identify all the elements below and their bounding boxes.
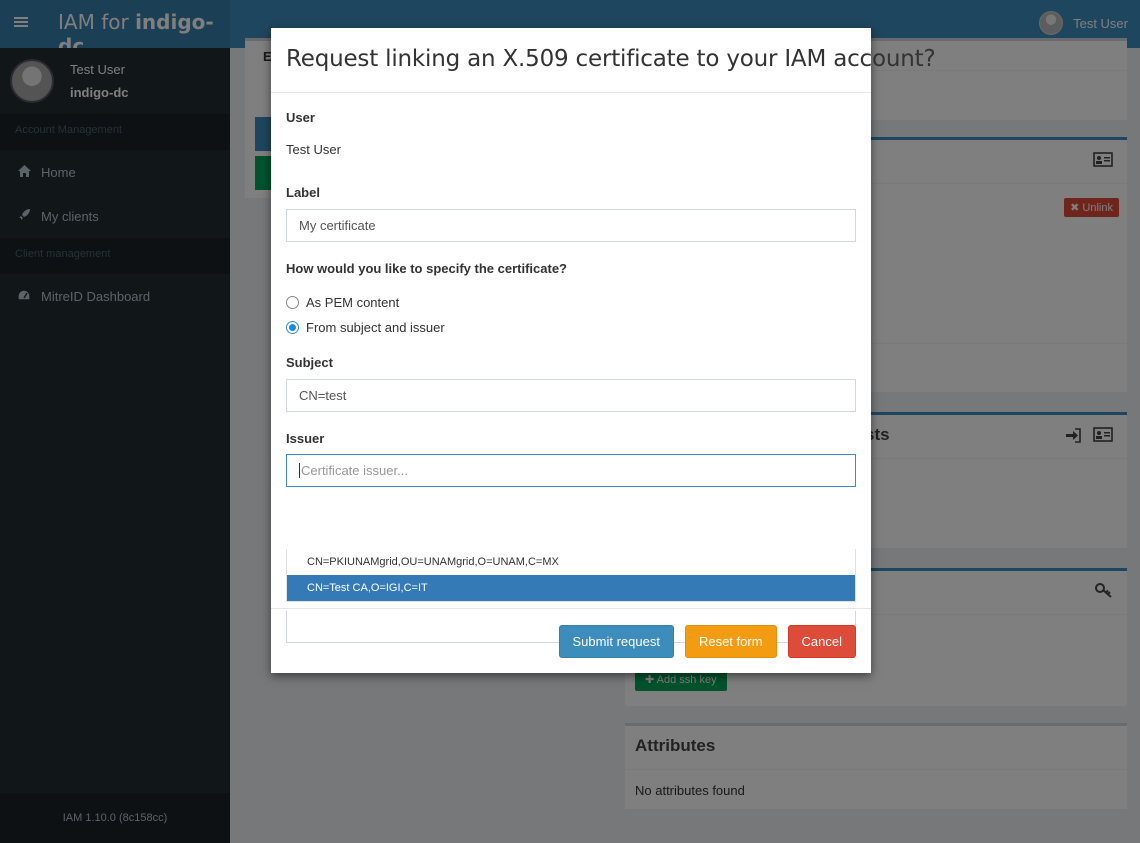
radio-label: From subject and issuer [306,320,445,335]
text-caret [299,463,300,478]
cancel-button[interactable]: Cancel [787,624,856,658]
user-label: User [286,110,315,125]
issuer-label: Issuer [286,431,325,446]
link-certificate-modal: Request linking an X.509 certificate to … [271,28,936,673]
issuer-placeholder: Certificate issuer... [301,463,408,478]
modal-title: Request linking an X.509 certificate to … [286,46,936,72]
modal-footer: Submit request Reset form Cancel [271,608,871,673]
radio-pem-content[interactable]: As PEM content [286,295,856,310]
subject-label: Subject [286,355,333,370]
label-input-value: My certificate [299,218,376,233]
radio-button[interactable] [286,296,299,309]
modal-header: Request linking an X.509 certificate to … [271,28,936,93]
reset-form-button[interactable]: Reset form [684,624,777,658]
issuer-input[interactable]: Certificate issuer... [286,454,856,487]
subject-input[interactable]: CN=test [286,379,856,412]
label-input[interactable]: My certificate [286,209,856,242]
radio-button[interactable] [286,321,299,334]
modal-body: User Test User Label My certificate How … [271,93,871,643]
subject-input-value: CN=test [299,388,347,403]
user-value: Test User [286,142,341,157]
radio-label: As PEM content [306,295,400,310]
issuer-suggestion[interactable]: CN=PKIUNAMgrid,OU=UNAMgrid,O=UNAM,C=MX [287,549,855,575]
specify-method-label: How would you like to specify the certif… [286,261,567,276]
issuer-suggestion-highlighted[interactable]: CN=Test CA,O=IGI,C=IT [287,575,855,601]
submit-request-button[interactable]: Submit request [558,624,674,658]
label-field-label: Label [286,185,320,200]
radio-subject-issuer[interactable]: From subject and issuer [286,320,856,335]
issuer-suggestions-dropdown: CN=PKIUNAMgrid,OU=UNAMgrid,O=UNAM,C=MX C… [286,549,856,602]
